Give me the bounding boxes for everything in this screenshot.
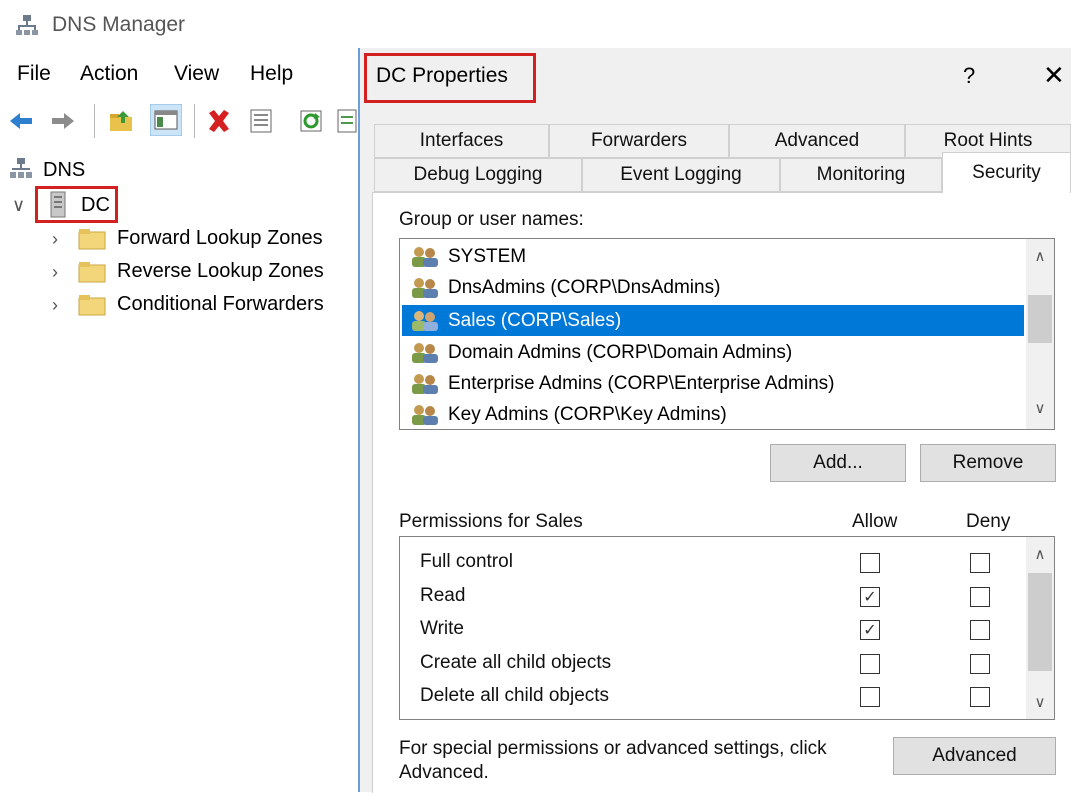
export-list-icon[interactable] bbox=[336, 108, 358, 134]
users-group-icon bbox=[412, 310, 438, 331]
scroll-down-icon[interactable]: ∨ bbox=[1026, 693, 1054, 711]
user-row-dnsadmins[interactable]: DnsAdmins (CORP\DnsAdmins) bbox=[402, 272, 1024, 303]
user-row-enterprise-admins[interactable]: Enterprise Admins (CORP\Enterprise Admin… bbox=[402, 368, 1024, 399]
permission-name: Delete all child objects bbox=[420, 685, 610, 706]
tab-monitoring[interactable]: Monitoring bbox=[780, 158, 942, 192]
tab-security[interactable]: Security bbox=[942, 152, 1071, 193]
users-group-icon bbox=[412, 404, 438, 425]
user-list-scrollbar[interactable]: ∧ ∨ bbox=[1026, 239, 1054, 429]
permission-deny-checkbox[interactable] bbox=[970, 620, 990, 640]
permissions-scrollbar[interactable]: ∧ ∨ bbox=[1026, 537, 1054, 719]
dialog-title: DC Properties bbox=[376, 64, 508, 87]
chevron-right-icon[interactable]: › bbox=[52, 295, 58, 316]
user-name: SYSTEM bbox=[448, 245, 527, 267]
menu-action[interactable]: Action bbox=[80, 62, 138, 86]
permission-name: Full control bbox=[420, 551, 513, 572]
users-group-icon bbox=[412, 373, 438, 394]
help-button[interactable]: ? bbox=[963, 63, 975, 89]
folder-icon bbox=[78, 262, 106, 283]
special-permissions-text-line1: For special permissions or advanced sett… bbox=[399, 738, 827, 759]
advanced-button[interactable]: Advanced bbox=[893, 737, 1056, 775]
permission-deny-checkbox[interactable] bbox=[970, 586, 990, 607]
menu-file[interactable]: File bbox=[17, 62, 51, 86]
users-group-icon bbox=[412, 342, 438, 363]
folder-icon bbox=[78, 295, 106, 316]
user-name: Sales (CORP\Sales) bbox=[448, 309, 622, 331]
users-group-icon bbox=[412, 277, 438, 298]
chevron-down-icon[interactable]: ∨ bbox=[12, 195, 25, 216]
allow-header: Allow bbox=[852, 511, 898, 532]
group-or-user-names-label: Group or user names: bbox=[399, 209, 584, 230]
permission-allow-checkbox[interactable] bbox=[860, 653, 880, 674]
properties-icon[interactable] bbox=[248, 108, 274, 134]
tree-item-dns[interactable]: DNS bbox=[43, 159, 85, 182]
toolbar-separator bbox=[94, 104, 95, 138]
user-row-domain-admins[interactable]: Domain Admins (CORP\Domain Admins) bbox=[402, 337, 1024, 368]
back-icon[interactable] bbox=[8, 108, 34, 134]
tree-item-dc[interactable]: DC bbox=[81, 194, 110, 217]
chevron-right-icon[interactable]: › bbox=[52, 229, 58, 250]
dns-root-icon bbox=[10, 158, 32, 178]
user-row-system[interactable]: SYSTEM bbox=[402, 241, 1024, 272]
tab-debug-logging[interactable]: Debug Logging bbox=[374, 158, 582, 192]
user-name: DnsAdmins (CORP\DnsAdmins) bbox=[448, 276, 721, 298]
delete-icon[interactable] bbox=[206, 108, 232, 134]
menu-view[interactable]: View bbox=[174, 62, 219, 86]
permission-deny-checkbox[interactable] bbox=[970, 687, 990, 707]
user-list[interactable]: SYSTEM DnsAdmins (CORP\DnsAdmins) Sales … bbox=[399, 238, 1055, 430]
user-row-key-admins[interactable]: Key Admins (CORP\Key Admins) bbox=[402, 399, 1024, 429]
app-title: DNS Manager bbox=[52, 13, 186, 36]
scroll-thumb[interactable] bbox=[1028, 295, 1052, 343]
user-name: Key Admins (CORP\Key Admins) bbox=[448, 403, 727, 425]
user-name: Domain Admins (CORP\Domain Admins) bbox=[448, 341, 793, 363]
permission-name: Create all child objects bbox=[420, 651, 612, 673]
dns-manager-app-icon bbox=[16, 15, 38, 35]
deny-header: Deny bbox=[966, 511, 1011, 532]
chevron-right-icon[interactable]: › bbox=[52, 262, 58, 283]
permissions-list: Full control Read ✓ Write ✓ Create all child … bbox=[399, 536, 1055, 720]
remove-button[interactable]: Remove bbox=[920, 444, 1056, 482]
server-icon bbox=[50, 191, 66, 218]
tab-event-logging[interactable]: Event Logging bbox=[582, 158, 780, 192]
user-row-sales-selected[interactable]: Sales (CORP\Sales) bbox=[402, 305, 1024, 336]
up-folder-icon[interactable] bbox=[108, 108, 134, 134]
permissions-label: Permissions for Sales bbox=[399, 511, 583, 532]
scroll-down-icon[interactable]: ∨ bbox=[1026, 399, 1054, 417]
add-button[interactable]: Add... bbox=[770, 444, 906, 482]
tab-forwarders[interactable]: Forwarders bbox=[549, 124, 729, 158]
permission-allow-checkbox[interactable]: ✓ bbox=[860, 620, 880, 640]
tree-item-forward-lookup-zones[interactable]: Forward Lookup Zones bbox=[117, 227, 323, 250]
refresh-icon[interactable] bbox=[298, 108, 324, 134]
user-name: Enterprise Admins (CORP\Enterprise Admin… bbox=[448, 372, 835, 394]
tab-interfaces[interactable]: Interfaces bbox=[374, 124, 549, 158]
scroll-thumb[interactable] bbox=[1028, 573, 1052, 671]
permission-name: Read bbox=[420, 584, 466, 606]
tree-item-reverse-lookup-zones[interactable]: Reverse Lookup Zones bbox=[117, 260, 324, 283]
forward-icon[interactable] bbox=[50, 108, 76, 134]
special-permissions-text-line2: Advanced. bbox=[399, 762, 489, 783]
show-hide-console-tree-icon[interactable] bbox=[150, 104, 182, 136]
permission-allow-checkbox[interactable] bbox=[860, 553, 880, 573]
menu-help[interactable]: Help bbox=[250, 62, 293, 86]
close-icon[interactable]: ✕ bbox=[1043, 60, 1065, 91]
toolbar-separator bbox=[194, 104, 195, 138]
scroll-up-icon[interactable]: ∧ bbox=[1026, 247, 1054, 265]
tab-advanced[interactable]: Advanced bbox=[729, 124, 905, 158]
scroll-up-icon[interactable]: ∧ bbox=[1026, 545, 1054, 563]
folder-icon bbox=[78, 229, 106, 250]
permission-name: Write bbox=[420, 618, 464, 639]
permission-deny-checkbox[interactable] bbox=[970, 653, 990, 674]
permission-allow-checkbox[interactable]: ✓ bbox=[860, 586, 880, 607]
users-group-icon bbox=[412, 246, 438, 267]
tree-item-conditional-forwarders[interactable]: Conditional Forwarders bbox=[117, 293, 324, 316]
permission-deny-checkbox[interactable] bbox=[970, 553, 990, 573]
permission-allow-checkbox[interactable] bbox=[860, 687, 880, 707]
